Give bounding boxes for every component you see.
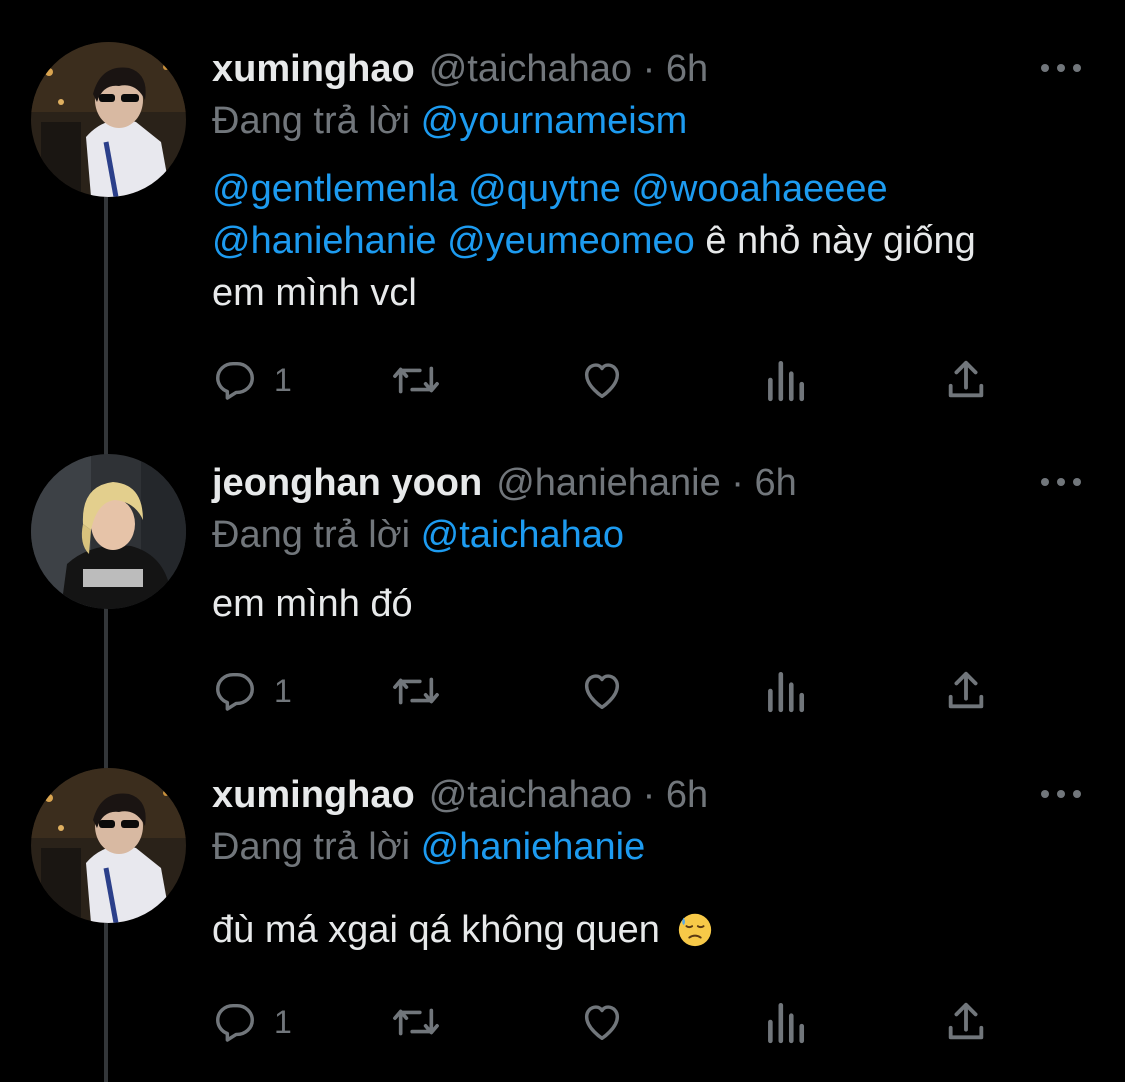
reply-count: 1 [274,361,292,398]
retweet-button[interactable] [390,998,442,1046]
replying-prefix: Đang trả lời [212,826,411,868]
share-button[interactable] [944,998,988,1046]
tweet[interactable]: jeonghan yoon @haniehanie · 6h Đang trả … [0,420,1125,750]
mention-links[interactable]: @haniehanie @yeumeomeo [212,220,695,262]
retweet-button[interactable] [390,667,442,715]
avatar[interactable] [31,768,186,923]
avatar[interactable] [31,42,186,197]
views-icon [768,360,805,402]
tweet-text: em mình đó [212,578,1092,630]
views-button[interactable] [764,998,806,1046]
tweet-text: đù má xgai qá không quen [212,904,1092,956]
replying-to-mention[interactable]: @haniehanie [421,826,646,868]
retweet-icon [393,366,439,394]
like-button[interactable] [578,356,626,404]
replying-to: Đang trả lời @haniehanie [212,826,645,869]
like-icon [584,363,620,399]
tweet-text-fragment: đù má xgai qá không quen [212,909,660,951]
display-name[interactable]: jeonghan yoon [212,462,482,505]
reply-button[interactable]: 1 [212,998,292,1046]
like-icon [584,1005,620,1041]
display-name[interactable]: xuminghao [212,774,415,817]
reply-button[interactable]: 1 [212,356,292,404]
tweet[interactable]: xuminghao @taichahao · 6h Đang trả lời @… [0,750,1125,1082]
retweet-icon [393,1008,439,1036]
reply-count: 1 [274,1003,292,1040]
reply-icon [216,361,254,400]
replying-to: Đang trả lời @taichahao [212,514,624,557]
tweet-text-fragment: ê nhỏ này giống [694,220,976,262]
mention-links[interactable]: @gentlemenla @quytne @wooahaeeee [212,168,888,210]
views-button[interactable] [764,356,806,404]
share-icon [948,671,984,709]
views-icon [768,671,805,713]
replying-prefix: Đang trả lời [212,100,411,142]
reply-icon [216,1003,254,1042]
handle-and-time[interactable]: @haniehanie · 6h [496,462,797,505]
downcast-face-with-sweat-emoji [679,913,712,947]
tweet-text-fragment: em mình vcl [212,272,417,314]
reply-thread: xuminghao @taichahao · 6h Đang trả lời @… [0,0,1125,1082]
action-bar: 1 [212,356,1002,404]
handle-and-time[interactable]: @taichahao · 6h [429,48,708,91]
display-name[interactable]: xuminghao [212,48,415,91]
reply-button[interactable]: 1 [212,667,292,715]
action-bar: 1 [212,998,1002,1046]
retweet-icon [393,677,439,705]
replying-to-mention[interactable]: @yournameism [421,100,688,142]
handle-and-time[interactable]: @taichahao · 6h [429,774,708,817]
like-icon [584,674,620,710]
tweet-text: @gentlemenla @quytne @wooahaeeee @hanieh… [212,163,1092,319]
share-button[interactable] [944,356,988,404]
views-button[interactable] [764,667,806,715]
like-button[interactable] [578,998,626,1046]
share-icon [948,360,984,398]
more-icon[interactable] [1041,58,1081,78]
like-button[interactable] [578,667,626,715]
share-icon [948,1002,984,1040]
avatar[interactable] [31,454,186,609]
reply-icon [216,672,254,711]
tweet-header: xuminghao @taichahao · 6h [212,48,708,90]
more-icon[interactable] [1041,472,1081,492]
replying-prefix: Đang trả lời [212,514,411,556]
replying-to: Đang trả lời @yournameism [212,100,687,143]
retweet-button[interactable] [390,356,442,404]
views-icon [768,1002,805,1044]
more-icon[interactable] [1041,784,1081,804]
replying-to-mention[interactable]: @taichahao [421,514,624,556]
tweet[interactable]: xuminghao @taichahao · 6h Đang trả lời @… [0,0,1125,420]
tweet-header: xuminghao @taichahao · 6h [212,774,708,816]
action-bar: 1 [212,667,1002,715]
tweet-header: jeonghan yoon @haniehanie · 6h [212,462,797,504]
reply-count: 1 [274,672,292,709]
tweet-text-fragment: em mình đó [212,583,413,625]
share-button[interactable] [944,667,988,715]
